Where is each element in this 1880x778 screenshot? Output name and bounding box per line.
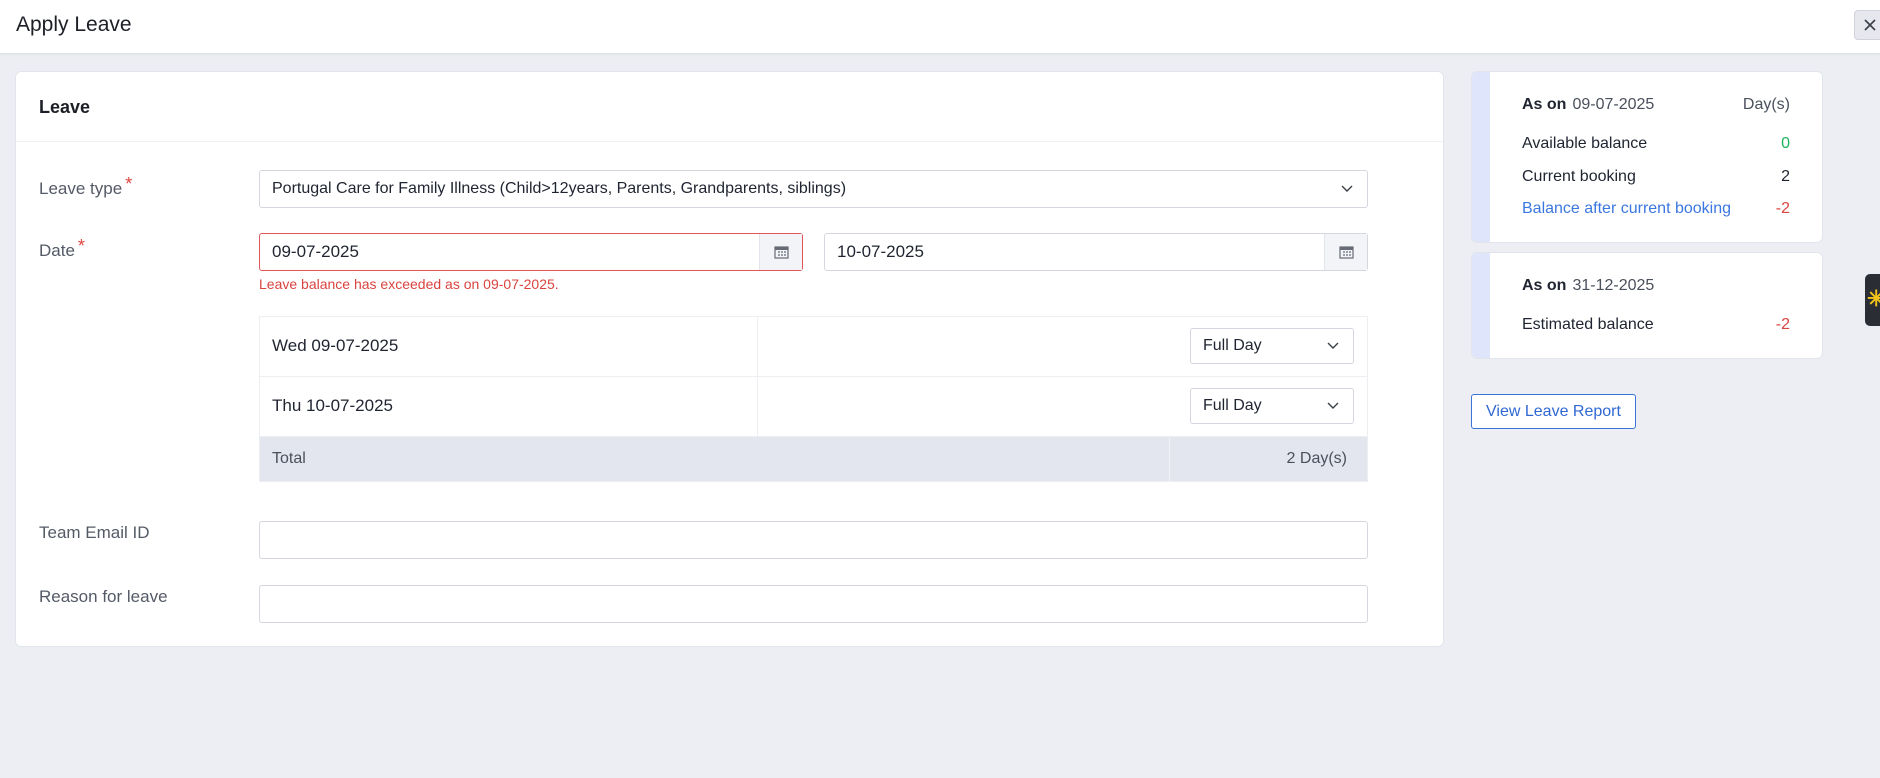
to-date-value: 10-07-2025 bbox=[837, 242, 924, 261]
sparkle-icon: ✳ bbox=[1867, 286, 1880, 311]
close-icon bbox=[1864, 19, 1876, 31]
current-booking-value: 2 bbox=[1781, 168, 1790, 185]
view-leave-report-button[interactable]: View Leave Report bbox=[1471, 394, 1636, 429]
team-email-input[interactable] bbox=[259, 521, 1368, 559]
day-label: Wed 09-07-2025 bbox=[272, 336, 399, 355]
leave-type-label: Leave type * bbox=[39, 174, 133, 198]
total-value: 2 Day(s) bbox=[1286, 450, 1347, 467]
balance-row: Current booking 2 bbox=[1522, 168, 1790, 186]
side-widget-tab[interactable]: ✳ bbox=[1865, 274, 1880, 326]
team-email-label: Team Email ID bbox=[39, 523, 150, 542]
as-on-label: As on bbox=[1522, 96, 1567, 113]
balance-card: As on 09-07-2025 Day(s) Available balance… bbox=[1471, 71, 1823, 243]
reason-label: Reason for leave bbox=[39, 587, 168, 606]
card-accent-bar bbox=[1472, 253, 1490, 358]
header-bar: Apply Leave bbox=[0, 0, 1880, 54]
available-balance-label: Available balance bbox=[1522, 135, 1648, 152]
column-divider bbox=[1169, 437, 1170, 481]
section-title: Leave bbox=[16, 72, 1443, 142]
close-button[interactable] bbox=[1854, 10, 1880, 40]
day-label: Thu 10-07-2025 bbox=[272, 396, 393, 415]
balance-after-booking-value: -2 bbox=[1775, 200, 1790, 217]
estimate-row: Estimated balance -2 bbox=[1522, 316, 1790, 334]
as-on-date: 09-07-2025 bbox=[1572, 96, 1655, 113]
days-table: Wed 09-07-2025 Full Day Thu 10-07-2025 F… bbox=[259, 316, 1368, 482]
chevron-down-icon bbox=[1325, 338, 1341, 354]
to-date-input[interactable]: 10-07-2025 bbox=[824, 233, 1368, 271]
balance-row: Balance after current booking -2 bbox=[1522, 200, 1790, 218]
unit-label: Day(s) bbox=[1742, 96, 1790, 113]
total-label: Total bbox=[272, 450, 306, 467]
date-label: Date * bbox=[39, 236, 85, 260]
card-accent-bar bbox=[1472, 72, 1490, 242]
calendar-icon[interactable] bbox=[759, 234, 802, 270]
current-booking-label: Current booking bbox=[1522, 168, 1636, 185]
as-on-label: As on bbox=[1522, 277, 1567, 294]
column-divider bbox=[757, 377, 758, 436]
page-title: Apply Leave bbox=[16, 13, 132, 36]
as-on-row: As on 31-12-2025 bbox=[1522, 277, 1790, 295]
table-row: Thu 10-07-2025 Full Day bbox=[260, 377, 1367, 437]
leave-type-value: Portugal Care for Family Illness (Child>… bbox=[272, 180, 847, 197]
available-balance-value: 0 bbox=[1781, 135, 1790, 152]
chevron-down-icon bbox=[1339, 181, 1355, 197]
leave-form-card: Leave Leave type * Portugal Care for Fami… bbox=[15, 71, 1444, 647]
from-date-value: 09-07-2025 bbox=[272, 242, 359, 261]
estimate-card: As on 31-12-2025 Estimated balance -2 bbox=[1471, 252, 1823, 359]
estimated-balance-label: Estimated balance bbox=[1522, 316, 1654, 333]
day-session-value: Full Day bbox=[1203, 397, 1262, 414]
day-session-value: Full Day bbox=[1203, 337, 1262, 354]
day-session-select[interactable]: Full Day bbox=[1190, 328, 1354, 364]
estimated-balance-value: -2 bbox=[1775, 316, 1790, 333]
date-error-message: Leave balance has exceeded as on 09-07-2… bbox=[259, 276, 559, 292]
required-asterisk: * bbox=[125, 174, 133, 194]
table-row: Wed 09-07-2025 Full Day bbox=[260, 317, 1367, 377]
required-asterisk: * bbox=[77, 236, 85, 256]
total-row: Total 2 Day(s) bbox=[260, 437, 1367, 481]
chevron-down-icon bbox=[1325, 398, 1341, 414]
column-divider bbox=[757, 317, 758, 376]
reason-input[interactable] bbox=[259, 585, 1368, 623]
leave-type-select[interactable]: Portugal Care for Family Illness (Child>… bbox=[259, 170, 1368, 208]
balance-row: Available balance 0 bbox=[1522, 135, 1790, 153]
from-date-input[interactable]: 09-07-2025 bbox=[259, 233, 803, 271]
as-on-date: 31-12-2025 bbox=[1572, 277, 1655, 294]
day-session-select[interactable]: Full Day bbox=[1190, 388, 1354, 424]
balance-after-booking-link[interactable]: Balance after current booking bbox=[1522, 200, 1731, 217]
calendar-icon[interactable] bbox=[1324, 234, 1367, 270]
as-on-row: As on 09-07-2025 Day(s) bbox=[1522, 96, 1790, 114]
